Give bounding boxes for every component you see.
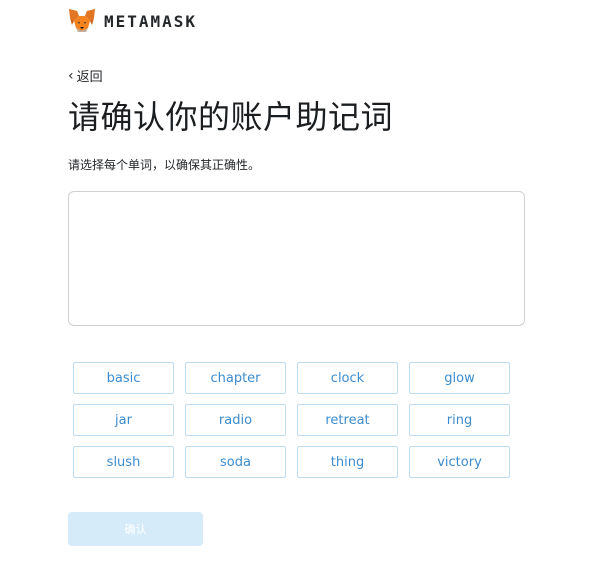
word-button[interactable]: thing: [297, 446, 398, 478]
back-link[interactable]: ‹ 返回: [68, 66, 103, 86]
confirm-button[interactable]: 确认: [68, 512, 203, 546]
word-button[interactable]: chapter: [185, 362, 286, 394]
seed-phrase-confirm-page: METAMASK ‹ 返回 请确认你的账户助记词 请选择每个单词，以确保其正确性…: [0, 0, 600, 564]
word-button[interactable]: retreat: [297, 404, 398, 436]
page-subtitle: 请选择每个单词，以确保其正确性。: [68, 158, 261, 172]
word-button[interactable]: slush: [73, 446, 174, 478]
metamask-logo: METAMASK: [68, 8, 197, 34]
word-button[interactable]: clock: [297, 362, 398, 394]
word-grid: basic chapter clock glow jar radio retre…: [73, 362, 510, 478]
word-button[interactable]: victory: [409, 446, 510, 478]
fox-icon: [69, 9, 95, 32]
word-button[interactable]: glow: [409, 362, 510, 394]
word-button[interactable]: ring: [409, 404, 510, 436]
chevron-left-icon: ‹: [68, 67, 74, 84]
brand-name: METAMASK: [104, 11, 198, 31]
back-label: 返回: [76, 70, 103, 85]
selected-words-area[interactable]: [68, 191, 525, 326]
word-button[interactable]: soda: [185, 446, 286, 478]
word-button[interactable]: radio: [185, 404, 286, 436]
word-button[interactable]: basic: [73, 362, 174, 394]
page-title: 请确认你的账户助记词: [68, 98, 394, 136]
word-button[interactable]: jar: [73, 404, 174, 436]
